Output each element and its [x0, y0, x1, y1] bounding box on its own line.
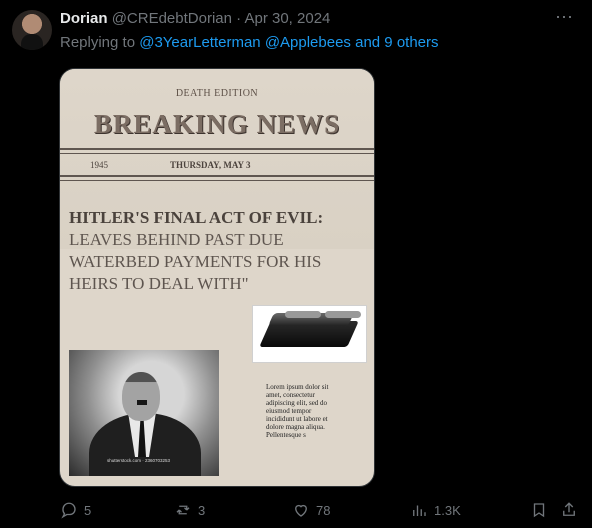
more-horizontal-icon[interactable]: ⋯: [555, 8, 574, 26]
newspaper-edition: DEATH EDITION: [175, 88, 259, 99]
post-date[interactable]: Apr 30, 2024: [244, 10, 330, 27]
author-handle[interactable]: @CREdebtDorian: [112, 10, 232, 27]
reply-user-3yearletterman[interactable]: @3YearLetterman: [139, 34, 260, 51]
reply-icon: [61, 502, 76, 519]
historical-portrait: shutterstock.com · 2360703253: [69, 350, 219, 476]
repost-action[interactable]: 3: [174, 500, 205, 520]
portrait-watermark: shutterstock.com · 2360703253: [107, 458, 171, 463]
view-count: 1.3K: [434, 502, 461, 518]
views-action[interactable]: 1.3K: [410, 500, 461, 520]
heart-icon: [295, 504, 307, 517]
newspaper-title: BREAKING NEWS: [93, 109, 341, 139]
newspaper-story: HITLER'S FINAL ACT OF EVIL: LEAVES BEHIN…: [69, 207, 339, 295]
repost-icon: [176, 505, 190, 515]
share-action[interactable]: [560, 500, 578, 520]
newspaper-year: 1945: [90, 160, 108, 170]
views-bar-chart-icon: [413, 505, 426, 516]
like-action[interactable]: 78: [292, 500, 330, 520]
reply-context: Replying to @3YearLetterman @Applebees a…: [60, 33, 439, 53]
like-count: 78: [316, 502, 331, 518]
reply-others-link[interactable]: and 9 others: [355, 34, 438, 51]
newspaper-top-rule-thin: [60, 153, 374, 154]
reply-user-applebees[interactable]: @Applebees: [265, 34, 351, 51]
story-headline-body: LEAVES BEHIND PAST DUE WATERBED PAYMENTS…: [69, 230, 322, 293]
story-headline-lead: HITLER'S FINAL ACT OF EVIL:: [69, 208, 324, 227]
lorem-ipsum-text: Lorem ipsum dolor sit amet, consectetur …: [266, 383, 329, 439]
newspaper-bottom-rule-thin: [60, 180, 374, 181]
author-name[interactable]: Dorian: [60, 10, 108, 27]
post-image[interactable]: DEATH EDITION BREAKING NEWS 1945 THURSDA…: [59, 68, 375, 487]
post-header: Dorian @CREdebtDorian · Apr 30, 2024: [60, 9, 572, 29]
newspaper-top-rule: [60, 148, 374, 150]
author-avatar[interactable]: [12, 10, 52, 50]
post-actions: 5 3 78 1.3K: [60, 500, 580, 520]
reply-action[interactable]: 5: [60, 500, 91, 520]
share-icon: [563, 502, 575, 516]
newspaper-date: THURSDAY, MAY 3: [170, 160, 251, 170]
portrait-mustache: [137, 400, 147, 405]
newspaper-bottom-rule: [60, 175, 374, 177]
bookmark-action[interactable]: [530, 500, 548, 520]
newspaper-date-row: 1945 THURSDAY, MAY 3: [90, 160, 340, 172]
waterbed-photo: [252, 305, 367, 363]
reply-prefix: Replying to: [60, 34, 136, 51]
reply-count: 5: [84, 502, 92, 518]
date-separator: ·: [236, 10, 242, 27]
repost-count: 3: [198, 502, 206, 518]
bookmark-icon: [533, 503, 545, 518]
portrait-head: [122, 372, 160, 421]
waterbed-pillows: [285, 311, 321, 318]
